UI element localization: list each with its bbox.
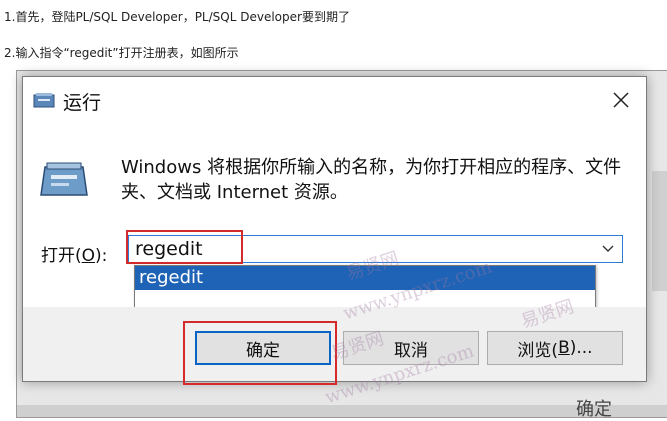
document-line-2: 2.输入指令“regedit”打开注册表，如图所示 xyxy=(4,46,239,60)
background-ok-text: 确定 xyxy=(576,399,612,420)
button-bar: 确定 取消 浏览(B)... xyxy=(23,307,646,381)
close-button[interactable] xyxy=(604,85,638,115)
open-label-accel: O xyxy=(81,246,96,266)
run-icon xyxy=(33,93,55,108)
dialog-description: Windows 将根据你所输入的名称，为你打开相应的程序、文件夹、文档或 Int… xyxy=(121,157,622,203)
open-combobox[interactable]: regedit xyxy=(128,235,623,263)
open-input[interactable]: regedit xyxy=(135,237,203,261)
run-large-icon xyxy=(40,162,88,196)
browse-accel: B xyxy=(558,338,570,358)
ok-button[interactable]: 确定 xyxy=(195,331,331,365)
list-item[interactable]: regedit xyxy=(135,266,595,290)
browse-button[interactable]: 浏览(B)... xyxy=(487,331,623,365)
document-line-1: 1.首先，登陆PL/SQL Developer，PL/SQL Developer… xyxy=(4,10,350,24)
combo-dropdown-button[interactable] xyxy=(594,236,622,262)
close-icon xyxy=(613,92,629,108)
browse-label: 浏览( xyxy=(517,340,559,361)
open-label-prefix: 打开( xyxy=(41,246,82,266)
run-dialog: 运行 Windows 将根据你所输入的名称，为你打开相应的程序、文件夹、文档或 … xyxy=(22,76,647,385)
chevron-down-icon xyxy=(602,245,614,252)
dialog-title: 运行 xyxy=(63,92,102,114)
open-label: 打开(O): xyxy=(41,241,107,266)
open-label-suffix: ): xyxy=(95,246,108,266)
background-edge xyxy=(652,171,667,291)
background-edge-bottom xyxy=(17,405,667,417)
browse-label-end: )... xyxy=(569,338,593,358)
cancel-button[interactable]: 取消 xyxy=(343,331,479,365)
